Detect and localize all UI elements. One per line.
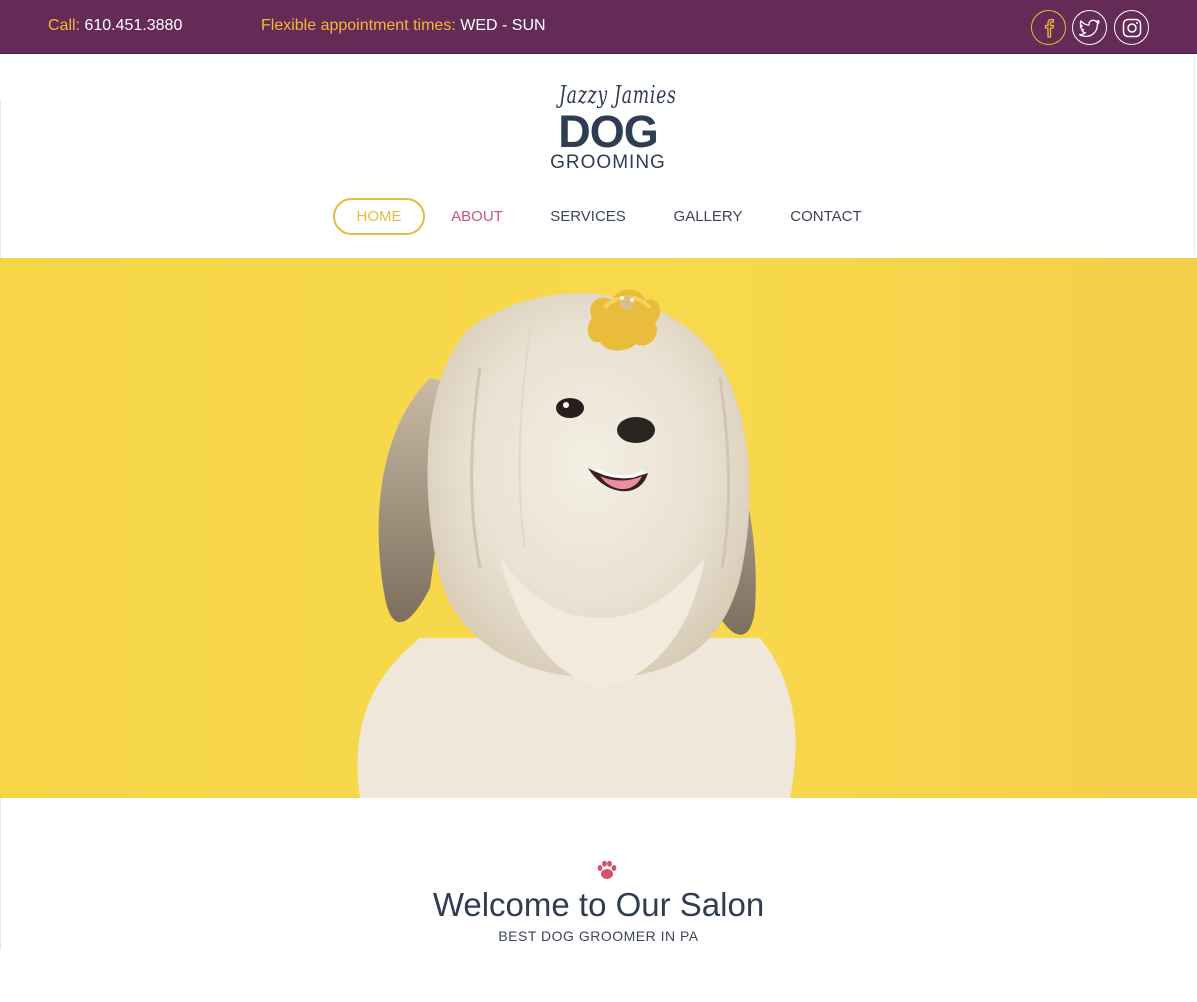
nav-home[interactable]: HOME — [333, 198, 425, 235]
hours-value: WED - SUN — [460, 17, 546, 34]
nav-gallery[interactable]: GALLERY — [672, 198, 744, 235]
top-bar: Call: 610.451.3880 Flexible appointment … — [0, 0, 1197, 54]
welcome-heading: Welcome to Our Salon — [432, 886, 765, 923]
instagram-icon — [1122, 18, 1141, 37]
logo-sub-text: GROOMING — [550, 152, 666, 173]
page-edge-right — [1194, 55, 1195, 255]
phone-number[interactable]: 610.451.3880 — [84, 17, 182, 34]
nav-contact[interactable]: CONTACT — [788, 198, 864, 235]
phone-label: Call: — [48, 17, 81, 34]
facebook-button[interactable] — [1031, 10, 1066, 45]
hours-label: Flexible appointment times: — [261, 17, 456, 34]
hero-banner — [0, 258, 1197, 798]
nav-services[interactable]: SERVICES — [550, 198, 626, 235]
page: Call: 610.451.3880 Flexible appointment … — [0, 0, 1197, 1002]
twitter-icon — [1078, 19, 1100, 37]
instagram-button[interactable] — [1114, 10, 1149, 45]
phone-info[interactable]: Call: 610.451.3880 — [48, 17, 182, 35]
twitter-button[interactable] — [1072, 10, 1107, 45]
logo-script-text: Jazzy Jamies — [559, 81, 677, 109]
nav-about[interactable]: ABOUT — [448, 198, 506, 235]
site-logo[interactable]: Jazzy Jamies DOG GROOMING — [540, 80, 676, 180]
hero-dog-image — [357, 289, 796, 798]
hours-info: Flexible appointment times: WED - SUN — [261, 17, 546, 35]
paw-icon — [597, 860, 617, 879]
logo-main-text: DOG — [558, 106, 659, 157]
welcome-subheading: BEST DOG GROOMER IN PA — [498, 928, 699, 944]
facebook-icon — [1044, 18, 1054, 38]
